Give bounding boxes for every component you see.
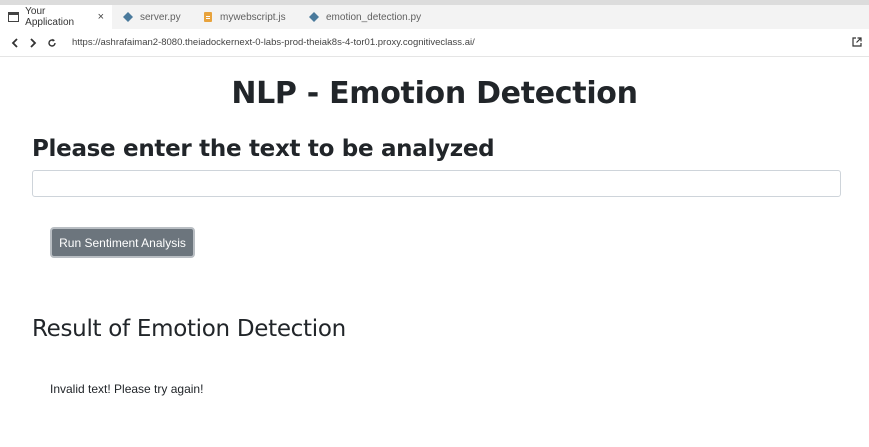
- python-icon: [122, 11, 134, 23]
- back-icon[interactable]: [8, 36, 22, 50]
- app-page: NLP - Emotion Detection Please enter the…: [0, 58, 869, 447]
- browser-tab-bar: Your Application × server.py mywebscript…: [0, 5, 869, 29]
- url-field[interactable]: https://ashrafaiman2-8080.theiadockernex…: [72, 37, 475, 48]
- text-to-analyze-input[interactable]: [32, 170, 841, 197]
- tab-emotion-detection-py[interactable]: emotion_detection.py: [300, 5, 436, 29]
- tab-server-py[interactable]: server.py: [112, 5, 192, 29]
- tab-label: Your Application: [25, 6, 75, 28]
- forward-icon[interactable]: [26, 36, 40, 50]
- close-icon[interactable]: ×: [98, 11, 104, 23]
- input-prompt-heading: Please enter the text to be analyzed: [32, 136, 495, 162]
- tab-your-application[interactable]: Your Application ×: [0, 5, 112, 29]
- open-in-new-window-icon[interactable]: [851, 36, 863, 48]
- javascript-icon: [202, 11, 214, 23]
- reload-icon[interactable]: [45, 36, 59, 50]
- run-sentiment-analysis-button[interactable]: Run Sentiment Analysis: [50, 227, 195, 258]
- tab-label: server.py: [140, 11, 181, 23]
- result-message: Invalid text! Please try again!: [50, 382, 204, 396]
- page-title: NLP - Emotion Detection: [231, 76, 638, 111]
- python-icon: [308, 11, 320, 23]
- address-bar: https://ashrafaiman2-8080.theiadockernex…: [0, 29, 869, 57]
- result-heading: Result of Emotion Detection: [32, 316, 346, 342]
- window-icon: [8, 11, 20, 23]
- tab-label: emotion_detection.py: [326, 11, 422, 23]
- tab-mywebscript-js[interactable]: mywebscript.js: [192, 5, 300, 29]
- tab-label: mywebscript.js: [220, 11, 286, 23]
